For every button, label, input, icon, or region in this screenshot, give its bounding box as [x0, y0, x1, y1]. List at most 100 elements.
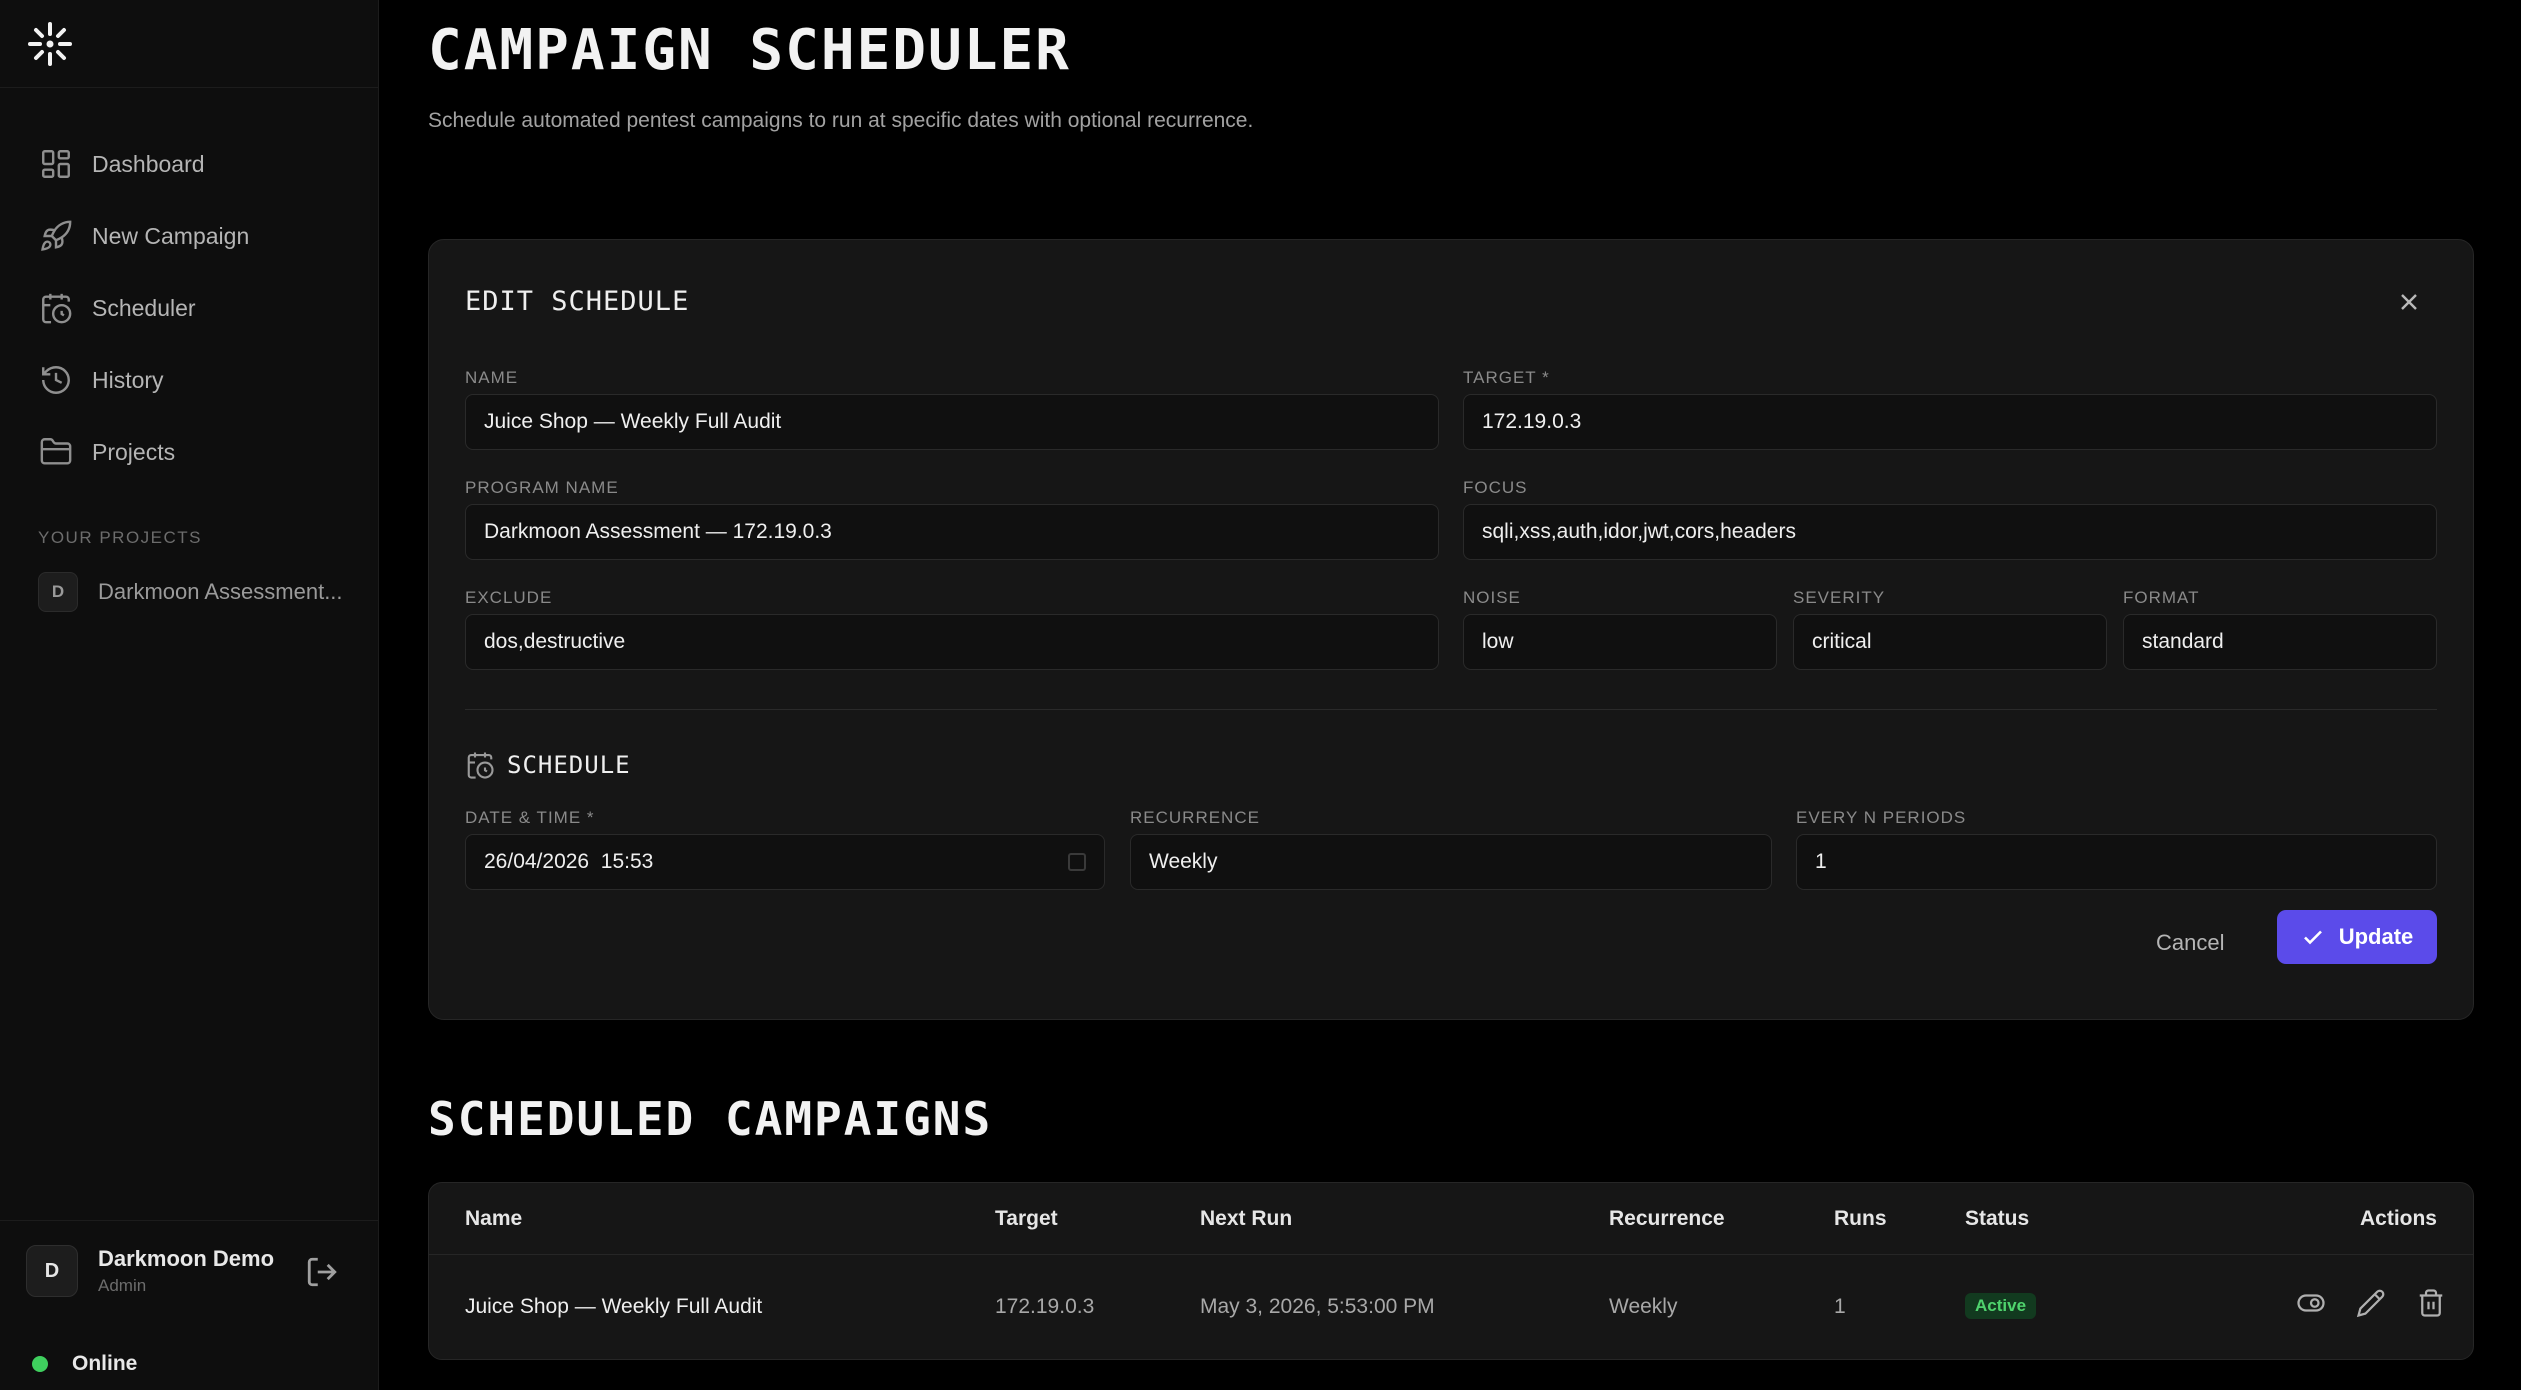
- sidebar-item-label: Dashboard: [92, 150, 205, 177]
- recurrence-label: RECURRENCE: [1130, 808, 1260, 827]
- toggle-icon: [2297, 1294, 2325, 1312]
- focus-label: FOCUS: [1463, 478, 1528, 497]
- scheduled-campaigns-title: SCHEDULED CAMPAIGNS: [428, 1092, 993, 1146]
- schedule-section-header: SCHEDULE: [465, 750, 631, 780]
- update-button[interactable]: Update: [2277, 910, 2437, 964]
- sidebar-item-label: New Campaign: [92, 222, 250, 249]
- cell-target: 172.19.0.3: [995, 1295, 1095, 1318]
- periods-field-group: EVERY N PERIODS 1: [1796, 808, 2437, 890]
- calendar-clock-icon: [38, 290, 74, 326]
- divider: [465, 709, 2437, 710]
- target-field-group: TARGET * 172.19.0.3: [1463, 368, 2437, 450]
- format-field-group: FORMAT standard: [2123, 588, 2437, 670]
- focus-field-group: FOCUS sqli,xss,auth,idor,jwt,cors,header…: [1463, 478, 2437, 560]
- project-name: Darkmoon Assessment...: [98, 579, 343, 604]
- datetime-value: 26/04/2026 15:53: [484, 850, 654, 873]
- schedule-section-title: SCHEDULE: [507, 751, 631, 779]
- sidebar-item-new-campaign[interactable]: New Campaign: [0, 200, 378, 272]
- column-header-status: Status: [1965, 1207, 2030, 1230]
- delete-button[interactable]: [2413, 1285, 2449, 1321]
- target-field[interactable]: 172.19.0.3: [1463, 394, 2437, 450]
- logo-row: [0, 0, 378, 88]
- program-field-group: PROGRAM NAME Darkmoon Assessment — 172.1…: [465, 478, 1439, 560]
- exclude-label: EXCLUDE: [465, 588, 553, 607]
- table-header: Name Target Next Run Recurrence Runs Sta…: [429, 1183, 2473, 1255]
- scheduled-campaigns-table: Name Target Next Run Recurrence Runs Sta…: [428, 1182, 2474, 1360]
- sidebar-item-history[interactable]: History: [0, 344, 378, 416]
- datetime-label: DATE & TIME *: [465, 808, 595, 827]
- calendar-clock-icon: [467, 752, 494, 779]
- toggle-button[interactable]: [2293, 1285, 2329, 1321]
- cell-runs: 1: [1834, 1295, 1846, 1318]
- page-subtitle: Schedule automated pentest campaigns to …: [428, 109, 1254, 132]
- status-label: Online: [72, 1352, 138, 1375]
- column-header-actions: Actions: [2359, 1207, 2437, 1230]
- user-name: Darkmoon Demo: [98, 1246, 275, 1271]
- update-label: Update: [2338, 924, 2414, 949]
- sidebar-item-dashboard[interactable]: Dashboard: [0, 128, 378, 200]
- cell-next-run: May 3, 2026, 5:53:00 PM: [1200, 1295, 1435, 1318]
- column-header-target: Target: [995, 1207, 1058, 1230]
- cancel-button[interactable]: Cancel: [2156, 930, 2224, 956]
- severity-field-group: SEVERITY critical: [1793, 588, 2107, 670]
- recurrence-field-group: RECURRENCE Weekly: [1130, 808, 1772, 890]
- logo-icon[interactable]: [26, 20, 74, 68]
- table-row[interactable]: Juice Shop — Weekly Full Audit 172.19.0.…: [429, 1255, 2473, 1359]
- rocket-icon: [38, 218, 74, 254]
- datetime-field[interactable]: 26/04/2026 15:53: [465, 834, 1105, 890]
- program-name-field[interactable]: Darkmoon Assessment — 172.19.0.3: [465, 504, 1439, 560]
- severity-label: SEVERITY: [1793, 588, 1886, 607]
- status-dot: [32, 1356, 48, 1372]
- format-field[interactable]: standard: [2123, 614, 2437, 670]
- connection-status: Online: [32, 1352, 137, 1376]
- focus-field[interactable]: sqli,xss,auth,idor,jwt,cors,headers: [1463, 504, 2437, 560]
- datetime-field-group: DATE & TIME * 26/04/2026 15:53: [465, 808, 1105, 890]
- logout-icon: [307, 1257, 337, 1287]
- recurrence-select[interactable]: Weekly: [1130, 834, 1772, 890]
- project-item[interactable]: D Darkmoon Assessment...: [0, 566, 378, 618]
- sidebar-item-scheduler[interactable]: Scheduler: [0, 272, 378, 344]
- noise-label: NOISE: [1463, 588, 1521, 607]
- severity-field[interactable]: critical: [1793, 614, 2107, 670]
- edit-schedule-card: EDIT SCHEDULE NAME Juice Shop — Weekly F…: [428, 239, 2474, 1020]
- exclude-field[interactable]: dos,destructive: [465, 614, 1439, 670]
- column-header-recurrence: Recurrence: [1609, 1207, 1725, 1230]
- main-content: CAMPAIGN SCHEDULER Schedule automated pe…: [428, 0, 2474, 1360]
- every-n-periods-field[interactable]: 1: [1796, 834, 2437, 890]
- periods-label: EVERY N PERIODS: [1796, 808, 1967, 827]
- user-role: Admin: [98, 1276, 147, 1295]
- column-header-runs: Runs: [1834, 1207, 1887, 1230]
- calendar-picker-icon[interactable]: [1068, 853, 1086, 871]
- target-label: TARGET *: [1463, 368, 1550, 387]
- user-info: Darkmoon Demo Admin: [98, 1246, 274, 1296]
- cell-name: Juice Shop — Weekly Full Audit: [465, 1295, 763, 1318]
- project-avatar: D: [38, 572, 78, 612]
- close-button[interactable]: [2393, 286, 2425, 318]
- name-label: NAME: [465, 368, 519, 387]
- edit-button[interactable]: [2353, 1285, 2389, 1321]
- sidebar-item-label: Projects: [92, 438, 176, 465]
- column-header-name: Name: [465, 1207, 523, 1230]
- column-header-next-run: Next Run: [1200, 1207, 1293, 1230]
- noise-field[interactable]: low: [1463, 614, 1777, 670]
- sidebar-item-label: Scheduler: [92, 294, 196, 321]
- logout-button[interactable]: [301, 1251, 343, 1293]
- sidebar-nav: Dashboard New Campaign Scheduler History…: [0, 88, 378, 488]
- name-field-group: NAME Juice Shop — Weekly Full Audit: [465, 368, 1439, 450]
- avatar: D: [26, 1245, 78, 1297]
- pencil-icon: [2356, 1289, 2385, 1318]
- sidebar: Dashboard New Campaign Scheduler History…: [0, 0, 379, 1390]
- history-icon: [38, 362, 74, 398]
- status-badge: Active: [1965, 1293, 2037, 1319]
- format-label: FORMAT: [2123, 588, 2200, 607]
- name-field[interactable]: Juice Shop — Weekly Full Audit: [465, 394, 1439, 450]
- user-block: D Darkmoon Demo Admin Online: [0, 1220, 379, 1390]
- noise-field-group: NOISE low: [1463, 588, 1777, 670]
- user-row: D Darkmoon Demo Admin: [26, 1241, 353, 1301]
- sidebar-item-projects[interactable]: Projects: [0, 416, 378, 488]
- program-label: PROGRAM NAME: [465, 478, 619, 497]
- folder-icon: [38, 434, 74, 470]
- check-icon: [2303, 930, 2322, 945]
- projects-section-label: YOUR PROJECTS: [38, 528, 203, 547]
- page-title: CAMPAIGN SCHEDULER: [428, 18, 1071, 83]
